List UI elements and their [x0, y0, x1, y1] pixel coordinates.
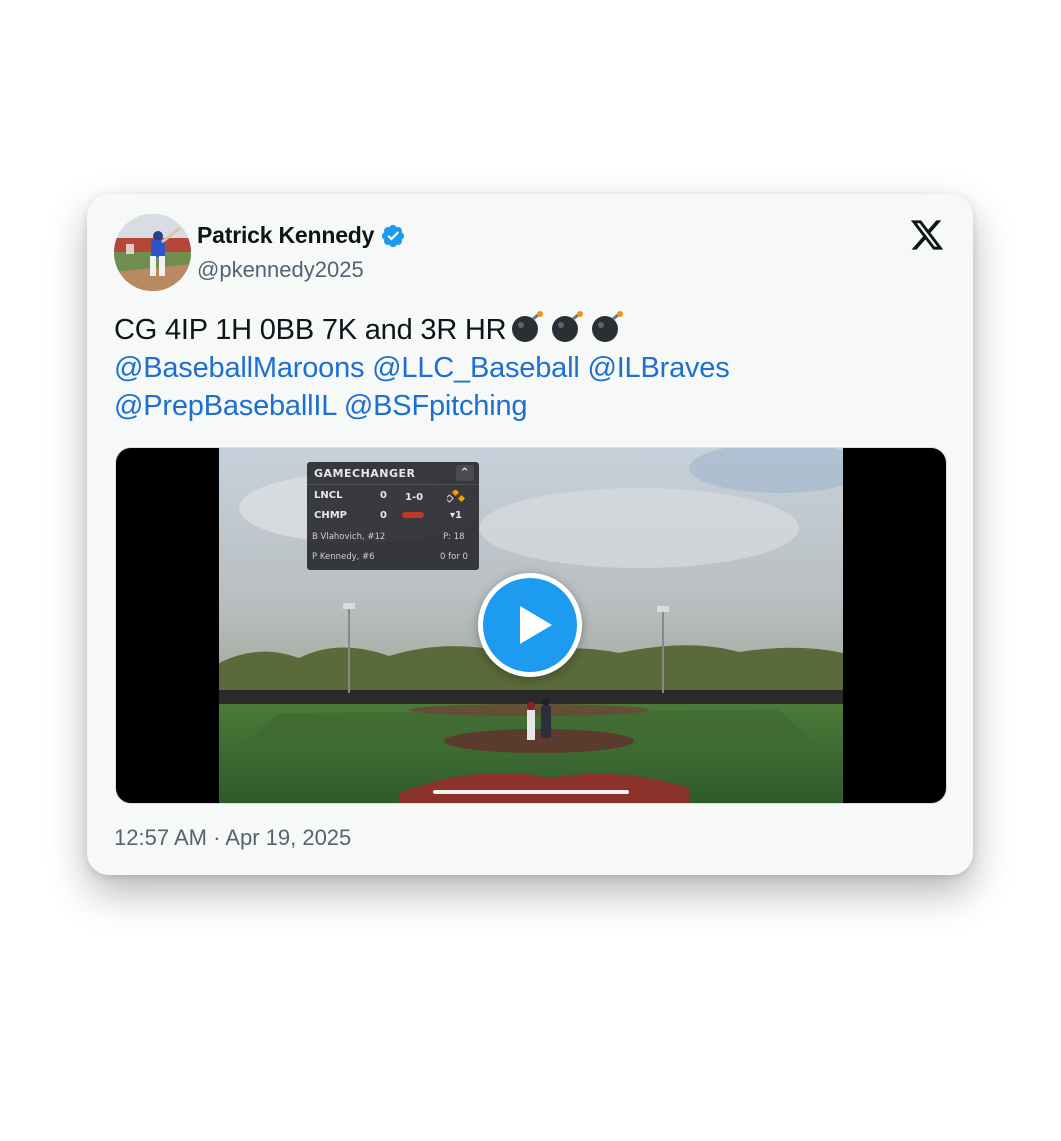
mention-link[interactable]: @LLC_Baseball — [372, 352, 580, 384]
batter-stat: 0 for 0 — [440, 552, 468, 562]
team-away-abbr: LNCL — [314, 490, 343, 501]
author-display-name[interactable]: Patrick Kennedy — [197, 222, 374, 249]
scoreboard-overlay: GAMECHANGER ^ LNCL 0 CHMP 0 1-0 ▾1 B Vla… — [307, 462, 479, 570]
video-player[interactable]: GAMECHANGER ^ LNCL 0 CHMP 0 1-0 ▾1 B Vla… — [115, 447, 947, 804]
x-logo-icon[interactable] — [909, 217, 945, 253]
mention-link[interactable]: @PrepBaseballIL — [114, 390, 336, 422]
mention-link[interactable]: @ILBraves — [587, 352, 729, 384]
mention-link[interactable]: @BSFpitching — [344, 390, 528, 422]
outs-indicator-icon — [402, 512, 424, 518]
batter-name: P Kennedy, #6 — [312, 552, 375, 562]
tweet-card[interactable]: Patrick Kennedy @pkennedy2025 CG 4IP 1H … — [87, 194, 973, 875]
bomb-emoji-icon — [592, 311, 624, 342]
avatar-image — [114, 214, 191, 291]
bases-diamond-icon — [445, 488, 466, 504]
verified-badge-icon — [382, 224, 405, 247]
bomb-emoji-icon — [552, 311, 584, 342]
pitch-count-balls-strikes: 1-0 — [405, 492, 424, 503]
team-home-runs: 0 — [380, 510, 387, 521]
inning-indicator: ▾1 — [450, 510, 462, 521]
mention-link[interactable]: @BaseballMaroons — [114, 352, 365, 384]
scoreboard-header: GAMECHANGER ^ — [307, 462, 479, 485]
author-handle[interactable]: @pkennedy2025 — [197, 257, 364, 283]
play-icon — [520, 606, 552, 644]
video-progress-bar[interactable] — [433, 790, 629, 794]
team-home-abbr: CHMP — [314, 510, 347, 521]
author-name-row[interactable]: Patrick Kennedy — [197, 222, 406, 249]
scoreboard-brand: GAMECHANGER — [314, 466, 416, 480]
avatar[interactable] — [114, 214, 191, 291]
play-button[interactable] — [478, 573, 582, 677]
pitcher-pitch-count: P: 18 — [443, 532, 465, 542]
tweet-text: CG 4IP 1H 0BB 7K and 3R HR @BaseballMaro… — [114, 311, 934, 425]
tweet-body-text: CG 4IP 1H 0BB 7K and 3R HR — [114, 314, 507, 346]
pitcher-name: B Vlahovich, #12 — [312, 532, 386, 542]
team-away-runs: 0 — [380, 490, 387, 501]
bomb-emoji-icon — [512, 311, 544, 342]
tweet-timestamp[interactable]: 12:57 AM · Apr 19, 2025 — [114, 825, 351, 851]
chevron-up-icon[interactable]: ^ — [456, 465, 474, 481]
